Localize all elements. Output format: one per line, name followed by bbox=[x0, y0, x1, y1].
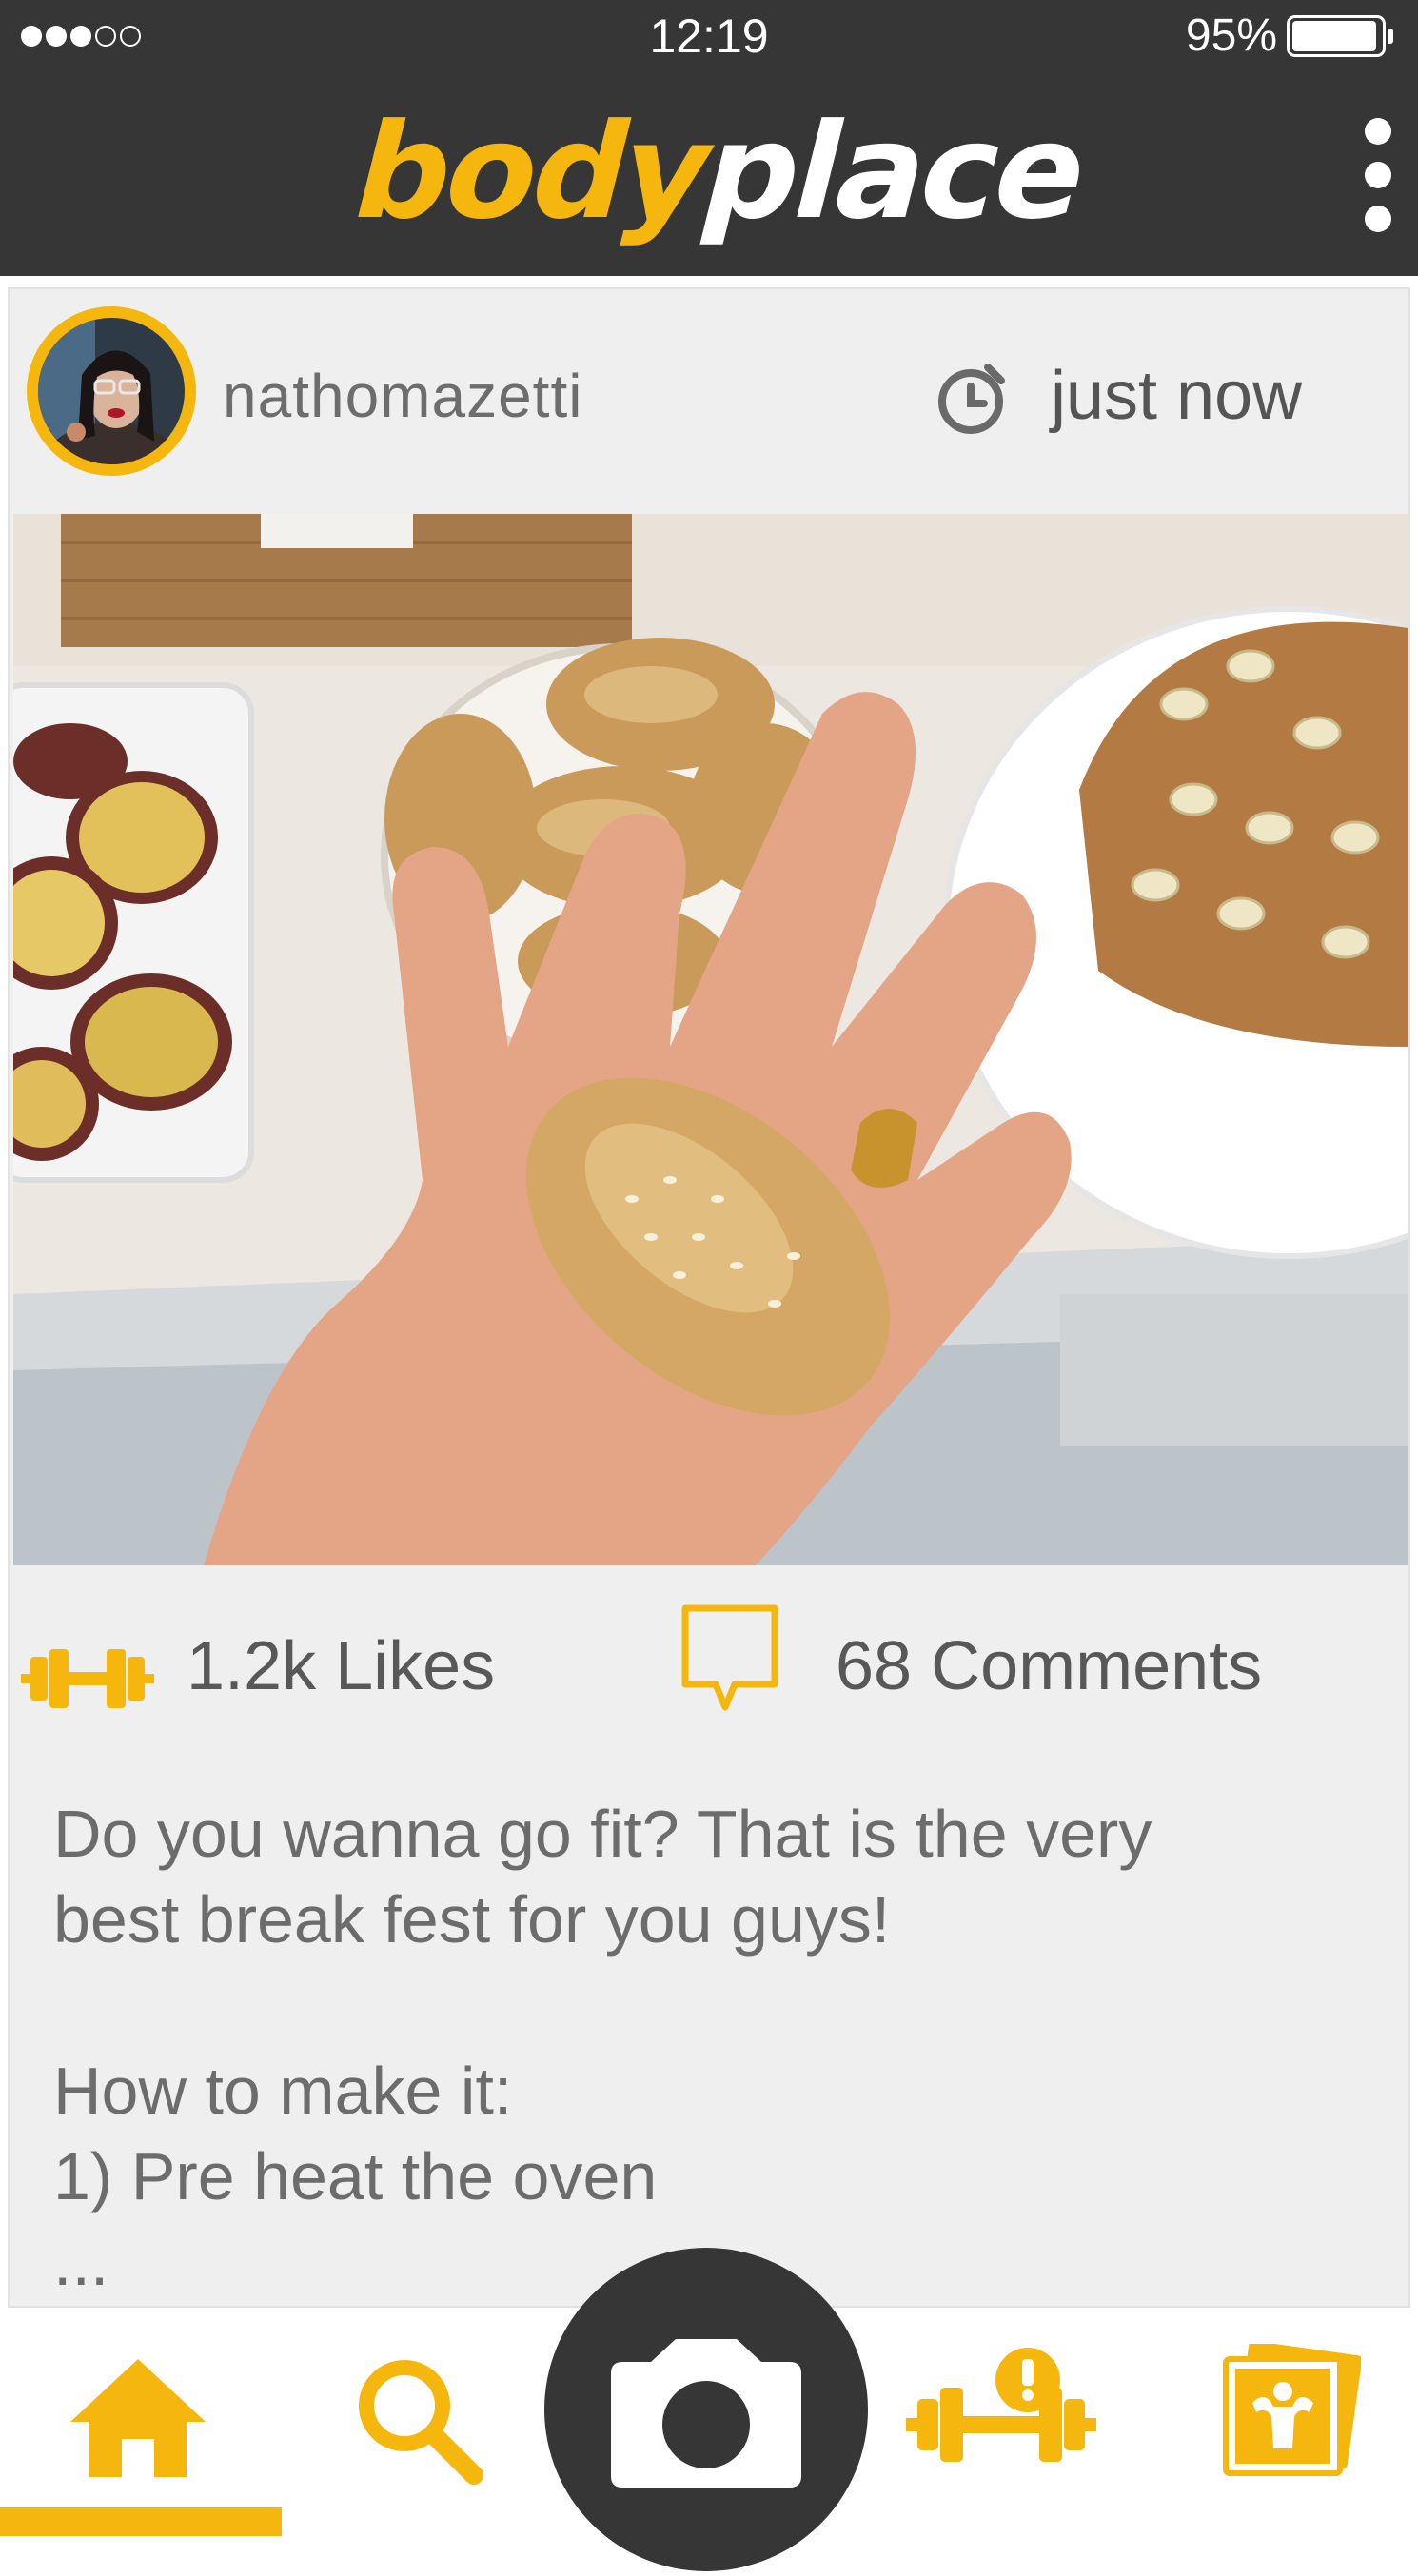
dumbbell-alert-icon[interactable] bbox=[906, 2346, 1096, 2479]
likes-count[interactable]: 1.2k Likes bbox=[187, 1626, 495, 1706]
battery-percent: 95% bbox=[1185, 10, 1277, 61]
comment-bubble-icon[interactable] bbox=[678, 1603, 782, 1715]
fitness-gallery-icon[interactable] bbox=[1218, 2344, 1361, 2477]
clock-icon bbox=[938, 364, 1005, 434]
feed: nathomazetti just now 1.2k Likes 68 Comm… bbox=[0, 276, 1418, 2308]
more-vertical-icon[interactable] bbox=[1357, 118, 1399, 232]
post-photo[interactable] bbox=[13, 514, 1408, 1565]
app-header: bodyplace bbox=[0, 72, 1418, 276]
app-logo: bodyplace bbox=[339, 110, 1101, 248]
post-username[interactable]: nathomazetti bbox=[223, 360, 582, 432]
logo-place-text: place bbox=[688, 110, 1102, 248]
dumbbell-icon[interactable] bbox=[21, 1631, 154, 1726]
comments-count[interactable]: 68 Comments bbox=[836, 1626, 1262, 1706]
home-active-indicator bbox=[0, 2507, 282, 2536]
svg-text:bodyplace: bodyplace bbox=[339, 110, 1101, 248]
home-icon[interactable] bbox=[67, 2355, 209, 2479]
post-card: nathomazetti just now 1.2k Likes 68 Comm… bbox=[8, 287, 1410, 2308]
post-time: just now bbox=[1051, 358, 1303, 434]
camera-button[interactable] bbox=[544, 2248, 868, 2571]
camera-icon bbox=[611, 2339, 801, 2488]
status-bar: 12:19 95% bbox=[0, 0, 1418, 72]
avatar[interactable] bbox=[27, 306, 196, 476]
battery-icon bbox=[1287, 15, 1393, 57]
search-icon[interactable] bbox=[352, 2353, 485, 2487]
post-caption: Do you wanna go fit? That is the very be… bbox=[53, 1797, 1152, 2299]
logo-body-text: body bbox=[339, 110, 727, 248]
